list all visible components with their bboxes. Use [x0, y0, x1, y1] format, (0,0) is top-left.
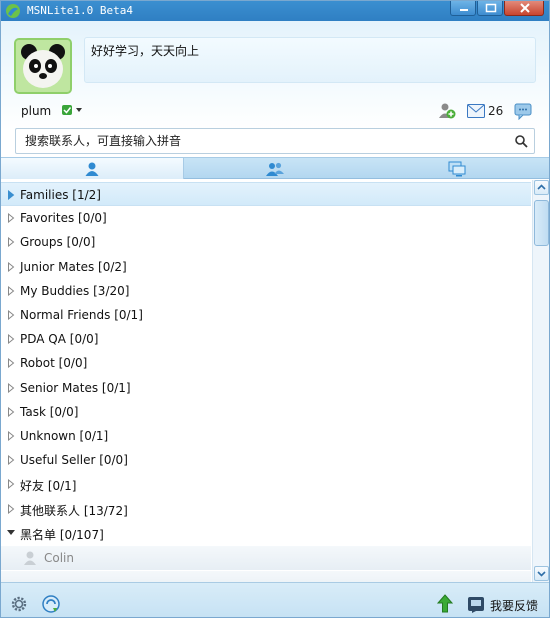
chevron-up-icon	[537, 184, 546, 190]
upload-icon[interactable]	[437, 594, 453, 614]
close-button[interactable]	[504, 1, 544, 16]
group-row[interactable]: Unknown [0/1]	[1, 424, 531, 448]
chat-icon[interactable]	[514, 102, 532, 120]
app-logo-icon	[6, 4, 20, 18]
caret-right-icon[interactable]	[7, 406, 15, 417]
bottom-toolbar: 我要反馈	[1, 582, 549, 617]
tab-groups[interactable]	[184, 158, 366, 179]
caret-right-icon[interactable]	[7, 285, 15, 296]
group-row[interactable]: 其他联系人 [13/72]	[1, 497, 531, 521]
contact-list[interactable]: Families [1/2] Favorites [0/0] Groups [0/0…	[1, 180, 531, 582]
group-row[interactable]: Junior Mates [0/2]	[1, 255, 531, 279]
caret-right-icon[interactable]	[7, 261, 15, 272]
personal-message: 好好学习，天天向上	[91, 44, 200, 58]
group-row[interactable]: Families [1/2]	[1, 182, 531, 206]
maximize-button[interactable]	[477, 1, 503, 16]
add-contact-icon[interactable]	[438, 102, 456, 120]
group-row[interactable]: PDA QA [0/0]	[1, 327, 531, 351]
close-icon	[520, 3, 530, 13]
caret-right-icon[interactable]	[7, 334, 15, 345]
group-label: Task [0/0]	[20, 404, 79, 419]
group-label: Favorites [0/0]	[20, 211, 107, 226]
group-label: Unknown [0/1]	[20, 429, 109, 443]
minimize-button[interactable]	[450, 1, 476, 16]
window-title: MSNLite1.0 Beta4	[27, 4, 133, 17]
group-label: Families [1/2]	[20, 188, 101, 202]
contact-row-partial[interactable]	[1, 571, 531, 582]
title-bar[interactable]: MSNLite1.0 Beta4	[1, 1, 549, 21]
caret-right-icon[interactable]	[7, 237, 15, 248]
group-label: Normal Friends [0/1]	[20, 308, 143, 322]
group-label: Junior Mates [0/2]	[20, 259, 127, 274]
devices-tab-icon	[448, 161, 466, 177]
settings-icon[interactable]	[10, 595, 28, 613]
view-tabs	[1, 157, 549, 179]
group-row[interactable]: Normal Friends [0/1]	[1, 303, 531, 327]
username[interactable]: plum	[21, 104, 51, 118]
avatar[interactable]	[14, 38, 72, 94]
group-row[interactable]: Favorites [0/0]	[1, 206, 531, 230]
group-label: PDA QA [0/0]	[20, 332, 99, 347]
search-icon[interactable]	[514, 134, 528, 148]
caret-right-icon[interactable]	[7, 479, 15, 490]
contacts-tab-icon	[85, 162, 99, 176]
group-row[interactable]: Useful Seller [0/0]	[1, 448, 531, 472]
chevron-down-icon	[537, 571, 546, 577]
maximize-icon	[485, 3, 497, 13]
group-label: Groups [0/0]	[20, 235, 96, 250]
contact-name: Colin	[44, 551, 74, 565]
feedback-link[interactable]: 我要反馈	[490, 597, 538, 614]
status-dropdown[interactable]	[61, 103, 85, 117]
group-row[interactable]: Groups [0/0]	[1, 230, 531, 254]
contact-row[interactable]: Colin	[1, 546, 531, 570]
caret-right-icon[interactable]	[7, 382, 15, 393]
caret-down-icon[interactable]	[7, 528, 15, 538]
tab-devices[interactable]	[366, 158, 549, 179]
scroll-down-button[interactable]	[534, 566, 549, 581]
tab-contacts[interactable]	[1, 158, 184, 179]
caret-right-icon[interactable]	[7, 190, 15, 200]
group-label: Useful Seller [0/0]	[20, 453, 128, 468]
group-row[interactable]: 黑名单 [0/107]	[1, 521, 531, 545]
group-label: 黑名单 [0/107]	[20, 527, 104, 542]
mail-count[interactable]: 26	[488, 104, 503, 118]
groups-tab-icon	[266, 162, 284, 176]
group-row[interactable]: Task [0/0]	[1, 400, 531, 424]
group-row[interactable]: My Buddies [3/20]	[1, 279, 531, 303]
group-row[interactable]: Robot [0/0]	[1, 351, 531, 375]
search-input[interactable]	[16, 129, 506, 153]
caret-right-icon[interactable]	[7, 358, 15, 369]
online-status-icon	[62, 105, 82, 115]
caret-right-icon[interactable]	[7, 310, 15, 320]
panda-avatar-image	[16, 40, 70, 92]
search-box	[15, 128, 535, 154]
minimize-icon	[460, 9, 468, 11]
msn-window: MSNLite1.0 Beta4 好好学习，天天向上 plum 26 搜索联系人…	[0, 0, 550, 618]
scroll-up-button[interactable]	[534, 180, 549, 195]
update-icon[interactable]	[41, 594, 61, 614]
scrollbar[interactable]	[532, 180, 549, 582]
feedback-icon[interactable]	[467, 595, 485, 613]
mail-icon[interactable]	[467, 104, 485, 118]
group-label: Robot [0/0]	[20, 356, 88, 371]
group-label: Senior Mates [0/1]	[20, 380, 131, 395]
group-label: 好友 [0/1]	[20, 479, 77, 494]
personal-message-box[interactable]: 好好学习，天天向上	[84, 37, 536, 83]
group-row[interactable]: Senior Mates [0/1]	[1, 376, 531, 400]
group-label: 其他联系人 [13/72]	[20, 503, 128, 518]
group-label: My Buddies [3/20]	[20, 283, 130, 298]
caret-right-icon[interactable]	[7, 213, 15, 224]
caret-right-icon[interactable]	[7, 503, 15, 514]
caret-right-icon[interactable]	[7, 455, 15, 466]
group-row[interactable]: 好友 [0/1]	[1, 472, 531, 496]
caret-right-icon[interactable]	[7, 431, 15, 441]
scroll-thumb[interactable]	[534, 200, 549, 246]
offline-contact-icon	[24, 551, 36, 565]
